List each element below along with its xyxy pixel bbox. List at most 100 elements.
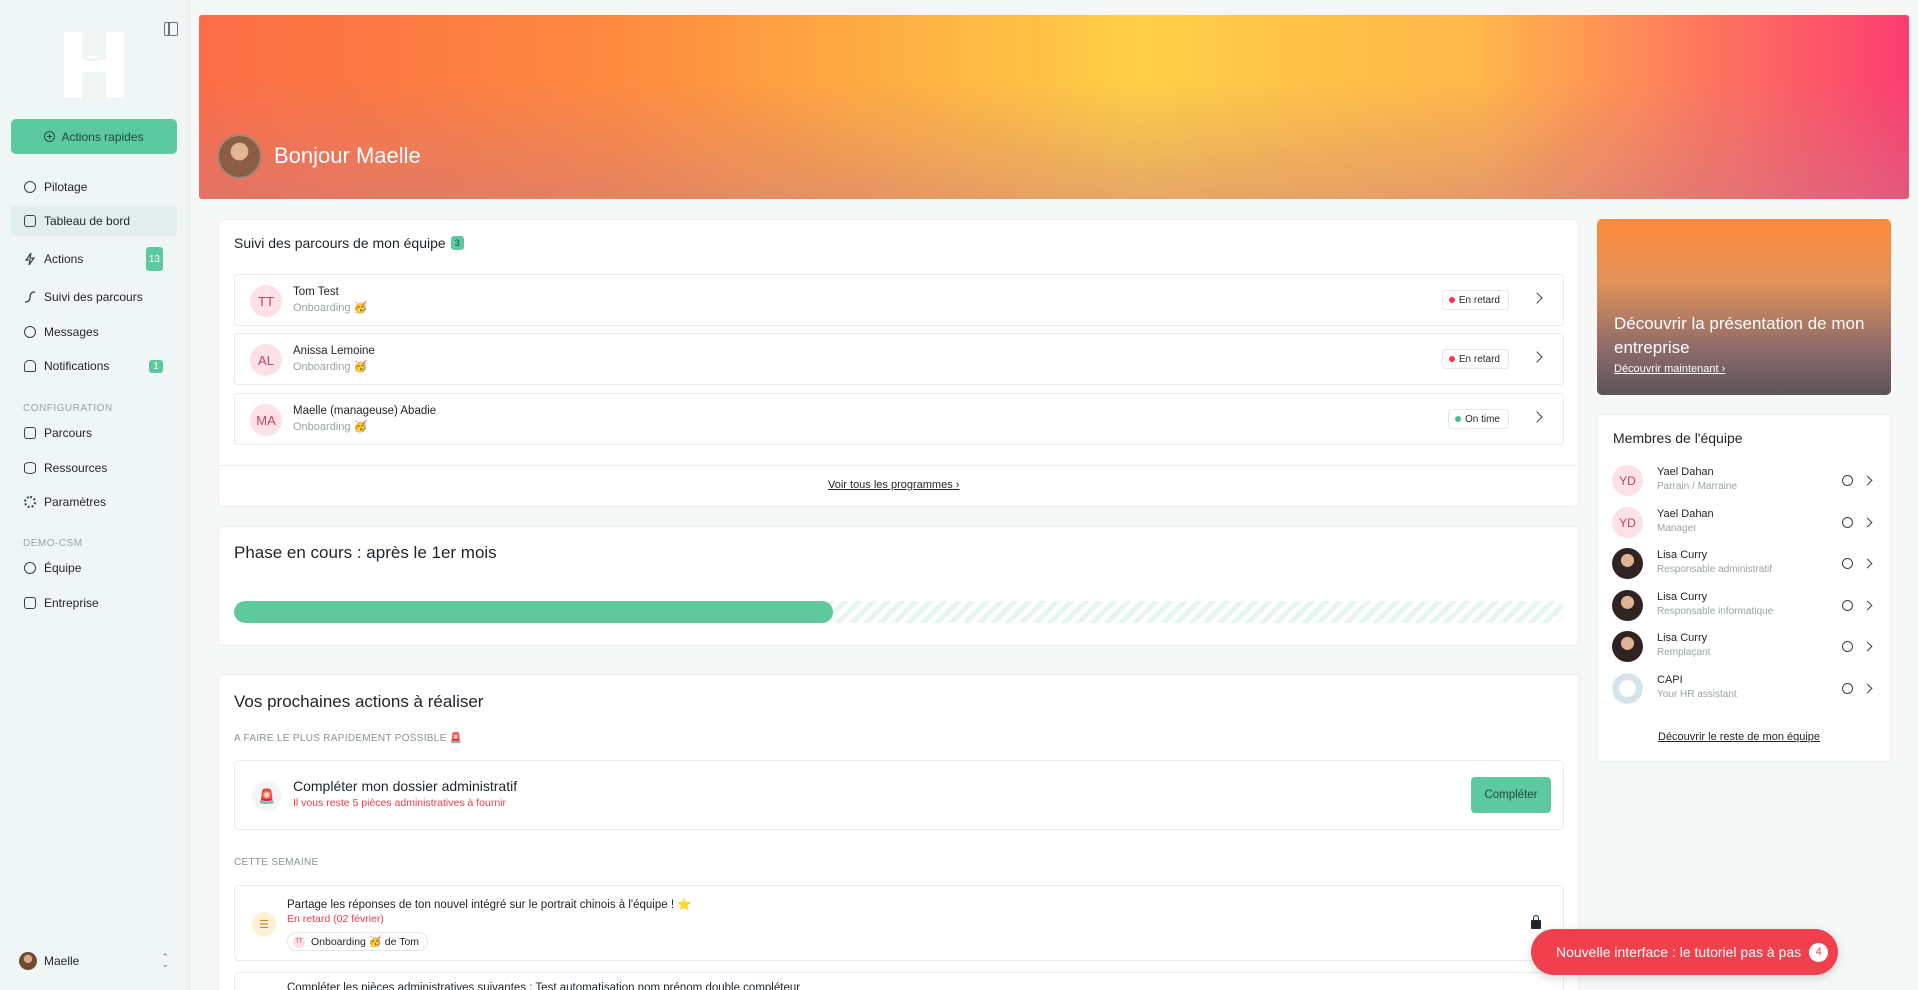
chevron-right-icon[interactable] [1531, 351, 1543, 363]
list-icon: ☰ [252, 912, 276, 936]
quick-actions-button[interactable]: Actions rapides [11, 119, 177, 154]
member-name: Lisa Curry [1657, 549, 1708, 561]
next-actions-title: Vos prochaines actions à réaliser [234, 692, 484, 711]
chevron-right-icon[interactable] [1862, 517, 1873, 528]
divider [218, 465, 1579, 466]
notifications-count-badge: 1 [149, 359, 163, 373]
chevron-right-icon[interactable] [1862, 641, 1873, 652]
toast-count-badge: 4 [1809, 942, 1829, 962]
chat-icon[interactable] [1842, 641, 1853, 652]
sidebar-item-pilotage[interactable]: Pilotage [11, 172, 177, 202]
tutorial-toast-button[interactable]: Nouvelle interface : le tutoriel pas à p… [1531, 929, 1838, 975]
home-icon [24, 215, 36, 227]
promo-link[interactable]: Découvrir maintenant › [1614, 363, 1725, 375]
phase-title: Phase en cours : après le 1er mois [234, 543, 497, 562]
next-action-item[interactable]: Compléter les pièces administratives sui… [234, 972, 1564, 990]
week-action-item[interactable]: ☰ Partage les réponses de ton nouvel int… [234, 885, 1564, 961]
avatar: TT [293, 935, 305, 948]
team-row[interactable]: TT Tom Test Onboarding 🥳 En retard [234, 274, 1564, 326]
user-name: Maelle [44, 954, 80, 968]
configuration-section-label: CONFIGURATION [23, 403, 113, 414]
member-name: CAPI [1657, 674, 1683, 686]
chart-icon [24, 427, 36, 439]
row-program: Onboarding 🥳 [293, 421, 368, 433]
sidebar-item-label: Ressources [44, 461, 108, 475]
sidebar-toggle-icon[interactable] [164, 22, 178, 36]
avatar [217, 134, 262, 179]
team-tracking-title-text: Suivi des parcours de mon équipe [234, 235, 446, 251]
phase-progress-fill [234, 601, 833, 623]
sidebar-item-parametres[interactable]: Paramètres [11, 487, 177, 517]
team-row[interactable]: AL Anissa Lemoine Onboarding 🥳 En retard [234, 333, 1564, 385]
sidebar-item-label: Parcours [44, 426, 93, 440]
member-row[interactable]: CA CAPI Your HR assistant [1612, 671, 1882, 705]
sidebar-item-parcours[interactable]: Parcours [11, 418, 177, 448]
member-name: Lisa Curry [1657, 632, 1708, 644]
user-menu[interactable]: Maelle ⌃ ⌄ [19, 951, 169, 971]
sidebar-item-suivi-parcours[interactable]: Suivi des parcours [11, 282, 177, 312]
avatar: LC [1612, 590, 1643, 621]
row-program: Onboarding 🥳 [293, 302, 368, 314]
plus-circle-icon [44, 131, 56, 142]
chat-icon[interactable] [1842, 600, 1853, 611]
chevron-updown-icon: ⌃ ⌄ [161, 952, 169, 969]
member-row[interactable]: YD Yael Dahan Parrain / Marraine [1612, 463, 1882, 497]
program-tag: TT Onboarding 🥳 de Tom [287, 932, 429, 951]
next-action-title: Compléter les pièces administratives sui… [287, 982, 801, 990]
sidebar-item-label: Équipe [44, 561, 82, 575]
promo-title: Découvrir la présentation de mon entrepr… [1614, 314, 1865, 357]
avatar: LC [1612, 548, 1643, 579]
chat-icon[interactable] [1842, 683, 1853, 694]
chevron-right-icon[interactable] [1862, 683, 1873, 694]
chevron-right-icon[interactable] [1531, 292, 1543, 304]
gear-icon [24, 496, 36, 508]
sidebar-item-entreprise[interactable]: Entreprise [11, 588, 177, 618]
member-role: Responsable informatique [1657, 606, 1774, 617]
sidebar-item-label: Entreprise [44, 596, 99, 610]
team-members-title: Membres de l'équipe [1613, 430, 1743, 446]
member-role: Parrain / Marraine [1657, 481, 1738, 492]
urgent-action-item[interactable]: 🚨 Compléter mon dossier administratif Il… [234, 760, 1564, 830]
sidebar-item-equipe[interactable]: Équipe [11, 553, 177, 583]
chat-icon[interactable] [1842, 558, 1853, 569]
team-row[interactable]: MA Maelle (manageuse) Abadie Onboarding … [234, 393, 1564, 445]
sidebar-item-label: Tableau de bord [44, 214, 131, 228]
sidebar-item-notifications[interactable]: Notifications 1 [11, 351, 177, 381]
member-row[interactable]: YD Yael Dahan Manager [1612, 505, 1882, 539]
member-row[interactable]: LC Lisa Curry Remplaçant [1612, 629, 1882, 663]
member-role: Manager [1657, 523, 1697, 534]
actions-count-badge: 13 [145, 247, 163, 271]
sidebar-item-ressources[interactable]: Ressources [11, 453, 177, 483]
chat-icon[interactable] [1842, 517, 1853, 528]
discover-team-link[interactable]: Découvrir le reste de mon équipe [1658, 731, 1820, 743]
member-row[interactable]: LC Lisa Curry Responsable administratif [1612, 546, 1882, 580]
status-badge: En retard [1441, 290, 1509, 310]
quick-actions-label: Actions rapides [61, 129, 144, 144]
team-tracking-title: Suivi des parcours de mon équipe 3 [234, 235, 464, 251]
member-name: Yael Dahan [1657, 466, 1714, 478]
member-row[interactable]: LC Lisa Curry Responsable informatique [1612, 588, 1882, 622]
database-icon [24, 462, 36, 474]
sidebar-item-actions[interactable]: Actions 13 [11, 244, 177, 274]
member-role: Your HR assistant [1657, 689, 1737, 700]
status-label: On time [1464, 413, 1500, 425]
lock-icon [1531, 915, 1541, 929]
sidebar-item-label: Suivi des parcours [44, 290, 143, 304]
phase-progress-bar [234, 601, 1564, 623]
chevron-right-icon[interactable] [1862, 475, 1873, 486]
sidebar-item-messages[interactable]: Messages [11, 317, 177, 347]
see-all-programs-link[interactable]: Voir tous les programmes › [828, 479, 959, 491]
status-label: En retard [1458, 294, 1500, 306]
complete-button[interactable]: Compléter [1471, 777, 1551, 813]
company-presentation-card[interactable]: Découvrir la présentation de mon entrepr… [1597, 219, 1891, 395]
member-role: Responsable administratif [1657, 564, 1773, 575]
chevron-right-icon[interactable] [1862, 600, 1873, 611]
chat-icon[interactable] [1842, 475, 1853, 486]
sidebar-item-dashboard[interactable]: Tableau de bord [11, 206, 177, 236]
chevron-right-icon[interactable] [1862, 558, 1873, 569]
status-dot-icon [1454, 416, 1461, 422]
chevron-right-icon[interactable] [1531, 411, 1543, 423]
user-icon [24, 562, 36, 574]
demo-section-label: DEMO-CSM [23, 538, 83, 549]
program-tag-label: Onboarding 🥳 de Tom [311, 936, 420, 948]
